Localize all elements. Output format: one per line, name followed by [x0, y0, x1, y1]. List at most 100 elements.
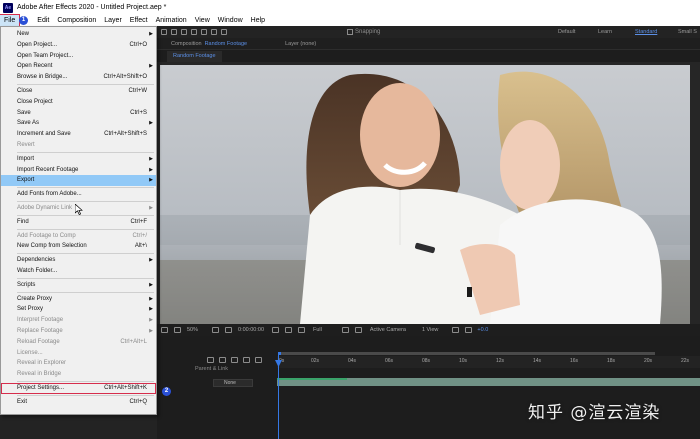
menu-item-add-footage[interactable]: Add Footage to Comp Ctrl+/ — [1, 231, 156, 242]
timeline-layer-controls — [157, 356, 277, 366]
after-effects-logo-icon: Ae — [3, 2, 13, 13]
menu-item-add-fonts[interactable]: Add Fonts from Adobe... — [1, 189, 156, 200]
channel-color-icon[interactable] — [298, 327, 306, 333]
menu-item-save-as[interactable]: Save As ▶ — [1, 118, 156, 129]
menu-bar: File Edit Composition Layer Effect Anima… — [0, 14, 700, 27]
menu-item-browse-bridge[interactable]: Browse in Bridge... Ctrl+Alt+Shift+O — [1, 72, 156, 83]
menu-item-export[interactable]: Export ▶ — [1, 175, 156, 187]
workspace-standard[interactable]: Standard — [635, 26, 657, 38]
menu-item-open-project[interactable]: Open Project... Ctrl+O — [1, 40, 156, 51]
menu-item-shortcut: Ctrl+S — [130, 109, 147, 116]
ruler-tick: 12s — [496, 358, 505, 364]
workspace-default[interactable]: Default — [558, 26, 575, 38]
menu-item-label: Open Project... — [17, 41, 58, 48]
menu-item-interpret-footage[interactable]: Interpret Footage ▶ — [1, 315, 156, 326]
menu-window[interactable]: Window — [214, 15, 247, 26]
composition-tab[interactable]: Random Footage — [167, 51, 222, 62]
toggle-transparency-icon[interactable] — [354, 327, 362, 333]
menu-item-dependencies[interactable]: Dependencies ▶ — [1, 255, 156, 266]
menu-view[interactable]: View — [191, 15, 214, 26]
footage-illustration — [160, 65, 690, 324]
menu-help[interactable]: Help — [247, 15, 269, 26]
tools-panel: Snapping — [157, 26, 700, 38]
menu-item-close[interactable]: Close Ctrl+W — [1, 86, 156, 97]
menu-layer[interactable]: Layer — [100, 15, 126, 26]
workspace-small-screen[interactable]: Small S — [678, 26, 697, 38]
menu-effect[interactable]: Effect — [126, 15, 152, 26]
workspace-learn[interactable]: Learn — [598, 26, 612, 38]
region-of-interest-icon[interactable] — [212, 327, 220, 333]
menu-animation[interactable]: Animation — [152, 15, 191, 26]
text-tool-icon[interactable] — [171, 29, 177, 35]
menu-item-reload-footage[interactable]: Reload Footage Ctrl+Alt+L — [1, 337, 156, 348]
menu-item-project-settings[interactable]: Project Settings... Ctrl+Alt+Shift+K — [1, 382, 156, 394]
viewer-controls-bar: 50% 0:00:00:00 Full Active Camera 1 View… — [157, 324, 700, 336]
composition-panel-name[interactable]: Random Footage — [205, 41, 248, 47]
menu-item-find[interactable]: Find Ctrl+F — [1, 217, 156, 228]
resolution-select[interactable]: Full — [313, 327, 322, 333]
view-layout-select[interactable]: 1 View — [422, 327, 438, 333]
menu-item-increment-save[interactable]: Increment and Save Ctrl+Alt+Shift+S — [1, 129, 156, 140]
fast-previews-icon[interactable] — [341, 327, 349, 333]
layer-panel-tab[interactable]: Layer (none) — [285, 41, 316, 47]
menu-item-shortcut: Ctrl+Alt+L — [120, 338, 147, 345]
menu-item-label: Reload Footage — [17, 338, 60, 345]
brush-tool-icon[interactable] — [181, 29, 187, 35]
roto-brush-tool-icon[interactable] — [211, 29, 217, 35]
menu-item-exit[interactable]: Exit Ctrl+Q — [1, 397, 156, 408]
menu-item-reveal-explorer[interactable]: Reveal in Explorer — [1, 358, 156, 369]
timeline-frame-blend-icon[interactable] — [231, 357, 238, 363]
menu-item-save[interactable]: Save Ctrl+S — [1, 108, 156, 119]
show-snapshot-icon[interactable] — [285, 327, 293, 333]
pixel-aspect-icon[interactable] — [452, 327, 460, 333]
exposure-value[interactable]: +0.0 — [477, 327, 488, 333]
composition-viewer[interactable] — [157, 62, 700, 324]
always-preview-icon[interactable] — [161, 327, 168, 333]
clone-stamp-tool-icon[interactable] — [191, 29, 197, 35]
timeline-work-area-bar[interactable] — [278, 352, 655, 355]
menu-item-scripts[interactable]: Scripts ▶ — [1, 280, 156, 291]
menu-item-revert[interactable]: Revert — [1, 140, 156, 151]
timeline-graph-editor-icon[interactable] — [255, 357, 262, 363]
parent-select[interactable]: None — [213, 379, 253, 387]
viewer-panel-header: Composition Random Footage Layer (none) — [157, 38, 700, 50]
menu-item-license[interactable]: License... — [1, 348, 156, 359]
menu-item-shortcut: Alt+\ — [134, 243, 147, 250]
timeline-shy-icon[interactable] — [219, 357, 226, 363]
menu-item-import[interactable]: Import ▶ — [1, 154, 156, 165]
menu-item-replace-footage[interactable]: Replace Footage ▶ — [1, 326, 156, 337]
menu-item-close-project[interactable]: Close Project — [1, 97, 156, 108]
menu-item-new[interactable]: New ▶ — [1, 29, 156, 40]
camera-view-select[interactable]: Active Camera — [370, 327, 406, 333]
eraser-tool-icon[interactable] — [201, 29, 207, 35]
viewer-timecode[interactable]: 0:00:00:00 — [238, 327, 264, 333]
reset-exposure-icon[interactable] — [465, 327, 473, 333]
menu-edit[interactable]: Edit — [33, 15, 53, 26]
menu-item-create-proxy[interactable]: Create Proxy ▶ — [1, 294, 156, 305]
composition-panel-label[interactable]: Composition — [171, 41, 202, 47]
menu-item-new-comp-selection[interactable]: New Comp from Selection Alt+\ — [1, 241, 156, 252]
menu-file[interactable]: File — [0, 14, 21, 27]
zoom-select[interactable]: 50% — [187, 327, 198, 333]
menu-item-set-proxy[interactable]: Set Proxy ▶ — [1, 304, 156, 315]
menu-item-reveal-bridge[interactable]: Reveal in Bridge — [1, 369, 156, 380]
timeline-ruler[interactable]: 0s 02s 04s 06s 08s 10s 12s 14s 16s 18s 2… — [277, 356, 700, 368]
snapshot-camera-icon[interactable] — [272, 327, 280, 333]
menu-item-label: Watch Folder... — [17, 267, 58, 274]
pen-tool-icon[interactable] — [161, 29, 167, 35]
snapping-checkbox[interactable] — [347, 29, 353, 35]
menu-item-shortcut: Ctrl+Alt+Shift+O — [103, 74, 147, 81]
timeline-draft-3d-icon[interactable] — [207, 357, 214, 363]
ruler-tick: 08s — [422, 358, 431, 364]
mask-visibility-icon[interactable] — [174, 327, 181, 333]
menu-composition[interactable]: Composition — [53, 15, 100, 26]
menu-item-watch-folder[interactable]: Watch Folder... — [1, 266, 156, 277]
menu-item-import-recent[interactable]: Import Recent Footage ▶ — [1, 165, 156, 176]
menu-separator — [17, 214, 154, 216]
menu-item-label: Open Team Project... — [17, 52, 74, 59]
puppet-pin-tool-icon[interactable] — [221, 29, 227, 35]
menu-item-open-team-project[interactable]: Open Team Project... — [1, 51, 156, 62]
menu-item-open-recent[interactable]: Open Recent ▶ — [1, 61, 156, 72]
transparency-grid-icon[interactable] — [225, 327, 233, 333]
timeline-motion-blur-icon[interactable] — [243, 357, 250, 363]
